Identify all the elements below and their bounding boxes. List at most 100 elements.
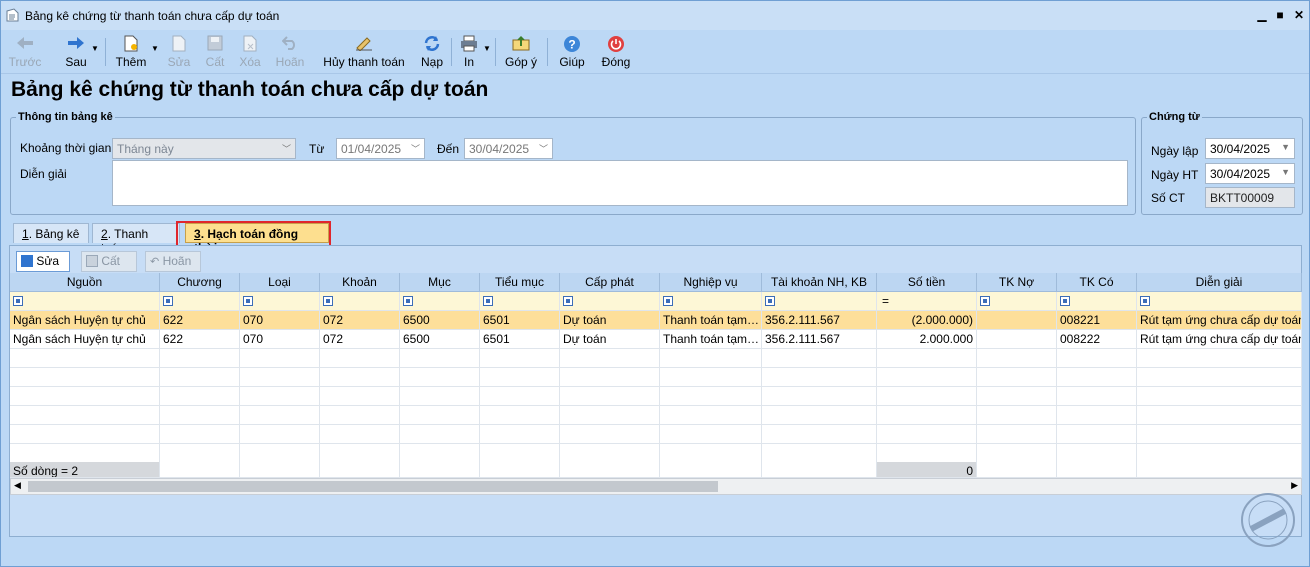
filter-icon[interactable] [403,296,413,306]
grid-save-button[interactable]: Cất [81,251,137,272]
table-row[interactable]: Ngân sách Huyện tự chủ 622 070 072 6500 6501 D… [10,330,1302,349]
minimize-button[interactable]: ▁ [1253,6,1271,24]
filter-cell-type[interactable] [240,292,320,311]
table-cell-chapter [160,406,240,425]
table-row[interactable] [10,425,1302,444]
filter-cell-bank-account[interactable] [762,292,877,311]
table-cell-item: 072 [320,330,400,349]
separator [495,38,496,66]
close-window-button[interactable]: ✕ [1290,6,1308,24]
pen-icon [356,37,372,51]
undo-button[interactable]: Hoãn [273,30,307,74]
save-icon [207,35,223,51]
print-button[interactable]: In ▼ [457,30,491,74]
grid-undo-button[interactable]: ↶ Hoãn [145,251,201,272]
add-dropdown-icon[interactable]: ▼ [151,44,159,53]
feedback-button[interactable]: Góp ý [503,30,539,74]
table-cell-type: 070 [240,311,320,330]
footer-cell [1057,462,1137,478]
table-cell-bank-account: 356.2.111.567 [762,330,877,349]
footer-cell [560,462,660,478]
table-cell-bank-account [762,368,877,387]
arrow-right-icon [68,37,84,49]
filter-icon[interactable] [483,296,493,306]
edit-document-icon [172,35,186,52]
forward-button[interactable]: Sau ▼ [61,30,99,74]
scroll-thumb[interactable] [28,481,718,492]
print-dropdown-icon[interactable]: ▼ [483,44,491,53]
description-field[interactable] [112,160,1128,206]
edit-button[interactable]: Sửa [165,30,193,74]
filter-icon[interactable] [13,296,23,306]
table-row[interactable]: Ngân sách Huyện tự chủ 622 070 072 6500 6501 D… [10,311,1302,330]
doc-number-field[interactable]: BKTT00009 [1205,187,1295,208]
tab-list[interactable]: 1. Bảng kê [13,223,89,243]
help-button[interactable]: ? Giúp [557,30,587,74]
table-cell-chapter [160,387,240,406]
maximize-button[interactable]: ■ [1271,6,1289,24]
scroll-left-icon[interactable]: ◀ [14,480,21,491]
table-row[interactable] [10,444,1302,463]
reload-button[interactable]: Nạp [417,30,447,74]
filter-icon[interactable] [1060,296,1070,306]
filter-icon[interactable] [243,296,253,306]
filter-cell-source[interactable] [10,292,160,311]
footer-cell [480,462,560,478]
table-cell-source [10,368,160,387]
filter-cell-section[interactable] [400,292,480,311]
filter-cell-item[interactable] [320,292,400,311]
add-button[interactable]: Thêm ▼ [113,30,159,74]
filter-icon[interactable] [163,296,173,306]
table-cell-source: Ngân sách Huyện tự chủ [10,330,160,349]
cancel-payment-button[interactable]: Hủy thanh toán [319,30,409,74]
filter-cell-amount[interactable]: = [877,292,977,311]
filter-cell-debit-account[interactable] [977,292,1057,311]
delete-button[interactable]: Xóa [235,30,265,74]
scroll-right-icon[interactable]: ▶ [1291,480,1298,491]
grid-edit-button[interactable]: Sửa [16,251,70,272]
date-posted-field[interactable]: 30/04/2025 ▼ [1205,163,1295,184]
table-row[interactable] [10,406,1302,425]
column-header-amount: Số tiền [877,273,977,292]
period-select[interactable]: Tháng này ﹀ [112,138,296,159]
table-cell-type [240,349,320,368]
forward-dropdown-icon[interactable]: ▼ [91,44,99,53]
filter-icon[interactable] [563,296,573,306]
table-cell-item [320,425,400,444]
filter-icon[interactable] [323,296,333,306]
horizontal-scrollbar[interactable]: ◀ ▶ [10,478,1302,495]
to-date-field[interactable]: 30/04/2025 ﹀ [464,138,553,159]
date-created-field[interactable]: 30/04/2025 ▼ [1205,138,1295,159]
filter-cell-credit-account[interactable] [1057,292,1137,311]
filter-cell-subsection[interactable] [480,292,560,311]
app-window: Bảng kê chứng từ thanh toán chưa cấp dự … [0,0,1310,567]
table-row[interactable] [10,349,1302,368]
table-cell-operation [660,387,762,406]
chevron-down-icon: ﹀ [538,144,548,154]
filter-icon[interactable] [765,296,775,306]
filter-cell-allocation[interactable] [560,292,660,311]
document-group-legend: Chứng từ [1149,111,1200,123]
undo-icon [282,36,295,50]
filter-cell-description[interactable] [1137,292,1302,311]
filter-icon[interactable] [980,296,990,306]
table-cell-section [400,425,480,444]
table-cell-description: Rút tạm ứng chưa cấp dự toán [1137,330,1302,349]
app-icon [6,8,19,22]
table-cell-allocation [560,349,660,368]
table-cell-description [1137,368,1302,387]
save-button[interactable]: Cất [201,30,229,74]
table-row[interactable] [10,387,1302,406]
filter-icon[interactable] [663,296,673,306]
filter-cell-chapter[interactable] [160,292,240,311]
filter-icon[interactable] [1140,296,1150,306]
footer-cell [320,462,400,478]
close-button[interactable]: Đóng [599,30,633,74]
tab-payment[interactable]: 2. Thanh toán [92,223,180,255]
table-cell-amount: (2.000.000) [877,311,977,330]
from-date-field[interactable]: 01/04/2025 ﹀ [336,138,425,159]
table-row[interactable] [10,368,1302,387]
filter-cell-operation[interactable] [660,292,762,311]
back-button[interactable]: Trước [7,30,43,74]
description-label: Diễn giải [20,167,67,181]
